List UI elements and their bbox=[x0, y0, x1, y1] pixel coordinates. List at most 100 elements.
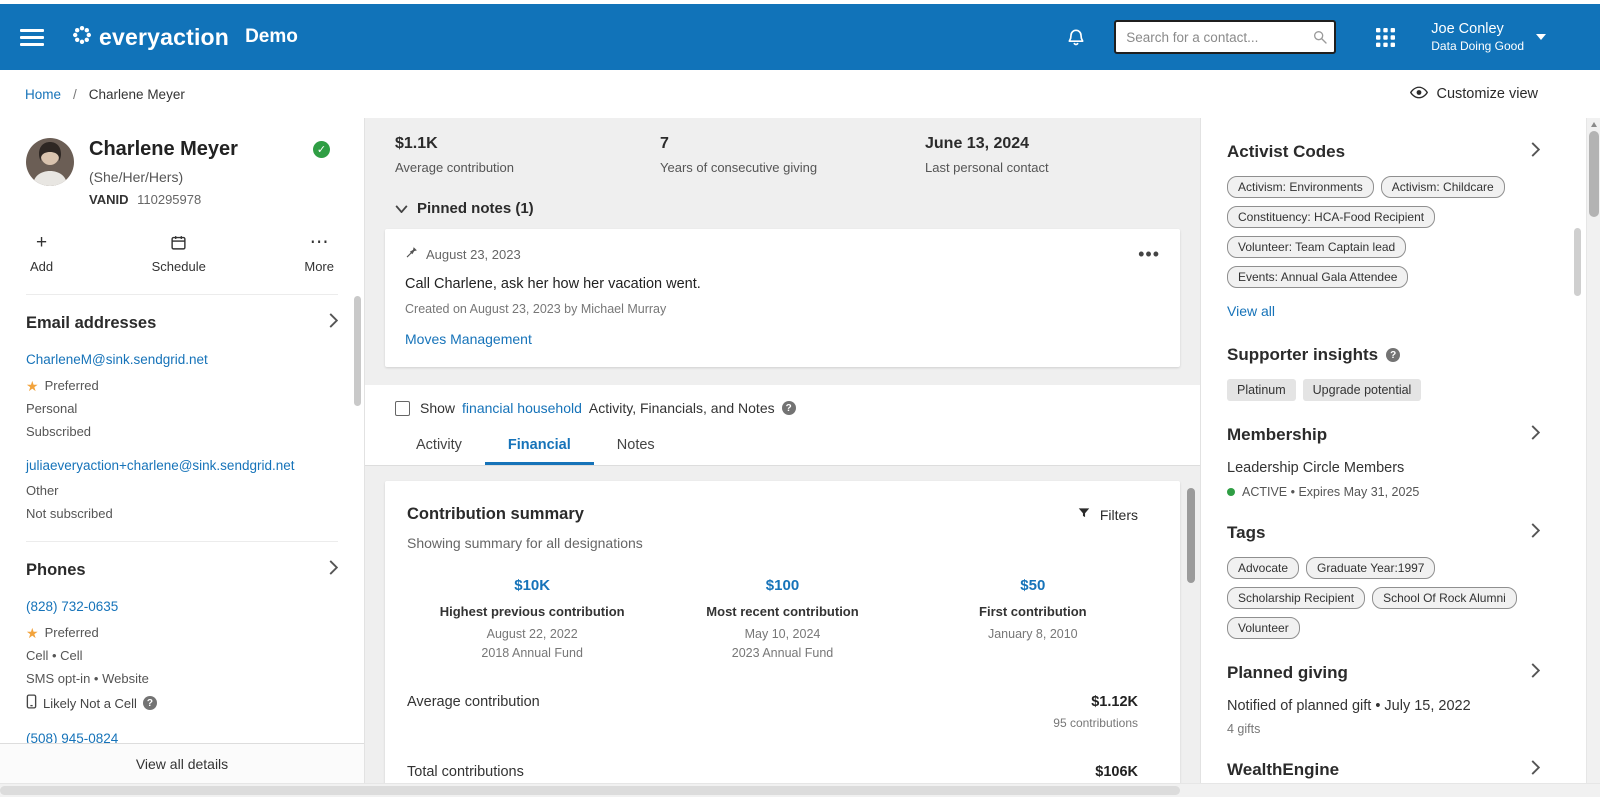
hamburger-menu-icon[interactable] bbox=[20, 29, 44, 46]
profile-header: Charlene Meyer ✓ (She/Her/Hers) VANID 11… bbox=[26, 138, 338, 207]
chevron-down-icon bbox=[395, 200, 408, 217]
phone-type: Cell • Cell bbox=[26, 648, 338, 663]
customize-view-label: Customize view bbox=[1436, 86, 1538, 102]
right-panel-scrollbar[interactable] bbox=[1574, 228, 1581, 296]
help-icon[interactable]: ? bbox=[782, 401, 796, 415]
membership-program: Leadership Circle Members bbox=[1227, 460, 1540, 476]
content: Charlene Meyer ✓ (She/Her/Hers) VANID 11… bbox=[0, 118, 1600, 783]
activist-codes-header[interactable]: Activist Codes bbox=[1227, 142, 1540, 162]
search-icon[interactable] bbox=[1312, 29, 1328, 50]
stat-consecutive-giving: 7 Years of consecutive giving bbox=[660, 135, 925, 175]
supporter-insights-section: Supporter insights ? Platinum Upgrade po… bbox=[1227, 345, 1540, 401]
search-input[interactable] bbox=[1114, 20, 1336, 54]
email-section-header[interactable]: Email addresses bbox=[26, 313, 338, 333]
user-name: Joe Conley bbox=[1431, 20, 1524, 39]
star-icon: ★ bbox=[26, 379, 39, 393]
email-section-title: Email addresses bbox=[26, 314, 156, 333]
chevron-right-icon bbox=[1531, 523, 1540, 543]
recent-amount-link[interactable]: $100 bbox=[766, 577, 799, 594]
caret-down-icon bbox=[1536, 34, 1546, 40]
tab-notes[interactable]: Notes bbox=[594, 427, 678, 465]
verified-check-icon: ✓ bbox=[313, 141, 330, 158]
moves-management-link[interactable]: Moves Management bbox=[405, 331, 532, 347]
membership-status: ACTIVE • Expires May 31, 2025 bbox=[1242, 485, 1419, 499]
user-menu[interactable]: Joe Conley Data Doing Good bbox=[1431, 20, 1546, 54]
contact-search bbox=[1114, 20, 1336, 54]
phone-optin: SMS opt-in • Website bbox=[26, 671, 338, 686]
first-amount-link[interactable]: $50 bbox=[1020, 577, 1045, 594]
filters-button[interactable]: Filters bbox=[1077, 506, 1138, 523]
preferred-label: Preferred bbox=[45, 378, 99, 393]
household-suffix: Activity, Financials, and Notes bbox=[589, 400, 775, 416]
divider bbox=[26, 294, 338, 295]
help-icon[interactable]: ? bbox=[1386, 348, 1400, 362]
view-all-details-button[interactable]: View all details bbox=[0, 743, 364, 783]
note-created: Created on August 23, 2023 by Michael Mu… bbox=[405, 302, 1160, 316]
plus-icon: + bbox=[36, 233, 47, 252]
logo-text: everyaction bbox=[99, 24, 229, 51]
phone-item: (828) 732-0635 ★ Preferred Cell • Cell S… bbox=[26, 598, 338, 712]
vanid-value: 110295978 bbox=[137, 192, 201, 207]
contribution-summary-card: Contribution summary Filters Showing sum… bbox=[385, 481, 1180, 783]
phones-section-header[interactable]: Phones bbox=[26, 560, 338, 580]
email-item: juliaeveryaction+charlene@sink.sendgrid.… bbox=[26, 457, 338, 521]
insight-chip: Upgrade potential bbox=[1303, 379, 1422, 401]
stat-last-contact: June 13, 2024 Last personal contact bbox=[925, 135, 1190, 175]
financial-household-link[interactable]: financial household bbox=[462, 400, 582, 416]
email-link[interactable]: CharleneM@sink.sendgrid.net bbox=[26, 352, 208, 367]
breadcrumb-separator: / bbox=[73, 87, 77, 102]
contribution-highlights: $10K Highest previous contribution Augus… bbox=[407, 577, 1158, 660]
schedule-button[interactable]: Schedule bbox=[152, 233, 206, 274]
note-date: August 23, 2023 bbox=[426, 247, 521, 262]
apps-grid-icon[interactable] bbox=[1376, 28, 1395, 47]
wealthengine-header[interactable]: WealthEngine bbox=[1227, 760, 1540, 780]
avatar[interactable] bbox=[26, 138, 74, 186]
phone-link[interactable]: (828) 732-0635 bbox=[26, 599, 118, 614]
notifications-bell-icon[interactable] bbox=[1066, 26, 1086, 48]
everyaction-logo-mark-icon bbox=[72, 25, 92, 50]
vertical-scrollbar-thumb[interactable] bbox=[1589, 131, 1599, 217]
chevron-right-icon bbox=[1531, 142, 1540, 162]
eye-icon bbox=[1410, 86, 1428, 103]
vanid-label: VANID bbox=[89, 192, 128, 207]
add-button[interactable]: + Add bbox=[30, 233, 53, 274]
membership-header[interactable]: Membership bbox=[1227, 425, 1540, 445]
more-button[interactable]: ⋯ More bbox=[304, 233, 334, 274]
activist-code-pill: Events: Annual Gala Attendee bbox=[1227, 266, 1408, 288]
customize-view-button[interactable]: Customize view bbox=[1410, 86, 1538, 103]
page-horizontal-scrollbar bbox=[0, 783, 1600, 797]
pin-icon bbox=[405, 245, 418, 263]
pinned-notes-toggle[interactable]: Pinned notes (1) bbox=[395, 200, 1200, 217]
tags-header[interactable]: Tags bbox=[1227, 523, 1540, 543]
highest-amount-link[interactable]: $10K bbox=[514, 577, 550, 594]
horizontal-scrollbar-thumb[interactable] bbox=[0, 786, 1180, 795]
planned-giving-detail: Notified of planned gift • July 15, 2022 bbox=[1227, 698, 1540, 714]
view-all-link[interactable]: View all bbox=[1227, 303, 1275, 319]
chevron-right-icon bbox=[1531, 663, 1540, 683]
tags-section: Tags Advocate Graduate Year:1997 Scholar… bbox=[1227, 523, 1540, 639]
tag-pill: Scholarship Recipient bbox=[1227, 587, 1365, 609]
contact-pronouns: (She/Her/Hers) bbox=[89, 169, 338, 185]
filter-funnel-icon bbox=[1077, 506, 1091, 523]
breadcrumb-home-link[interactable]: Home bbox=[25, 87, 61, 102]
email-status: Subscribed bbox=[26, 424, 338, 439]
main-scrollbar[interactable] bbox=[1187, 488, 1195, 583]
stat-average-contribution: $1.1K Average contribution bbox=[395, 135, 660, 175]
note-more-icon[interactable]: ••• bbox=[1138, 249, 1160, 260]
household-checkbox[interactable] bbox=[395, 401, 410, 416]
stats-row: $1.1K Average contribution 7 Years of co… bbox=[365, 118, 1200, 175]
scroll-up-arrow-icon[interactable] bbox=[1591, 122, 1597, 127]
help-icon[interactable]: ? bbox=[143, 696, 157, 710]
household-prefix: Show bbox=[420, 400, 455, 416]
summary-row-average: Average contribution $1.12K 95 contribut… bbox=[407, 694, 1158, 730]
planned-giving-header[interactable]: Planned giving bbox=[1227, 663, 1540, 683]
everyaction-logo[interactable]: everyaction bbox=[72, 24, 229, 51]
left-panel-scrollbar[interactable] bbox=[354, 296, 361, 406]
email-link[interactable]: juliaeveryaction+charlene@sink.sendgrid.… bbox=[26, 458, 294, 473]
tab-financial[interactable]: Financial bbox=[485, 427, 594, 465]
preferred-label: Preferred bbox=[45, 625, 99, 640]
main-content: $1.1K Average contribution 7 Years of co… bbox=[365, 118, 1200, 783]
quick-actions: + Add Schedule ⋯ More bbox=[26, 233, 338, 274]
email-item: CharleneM@sink.sendgrid.net ★ Preferred … bbox=[26, 351, 338, 439]
tab-activity[interactable]: Activity bbox=[393, 427, 485, 465]
